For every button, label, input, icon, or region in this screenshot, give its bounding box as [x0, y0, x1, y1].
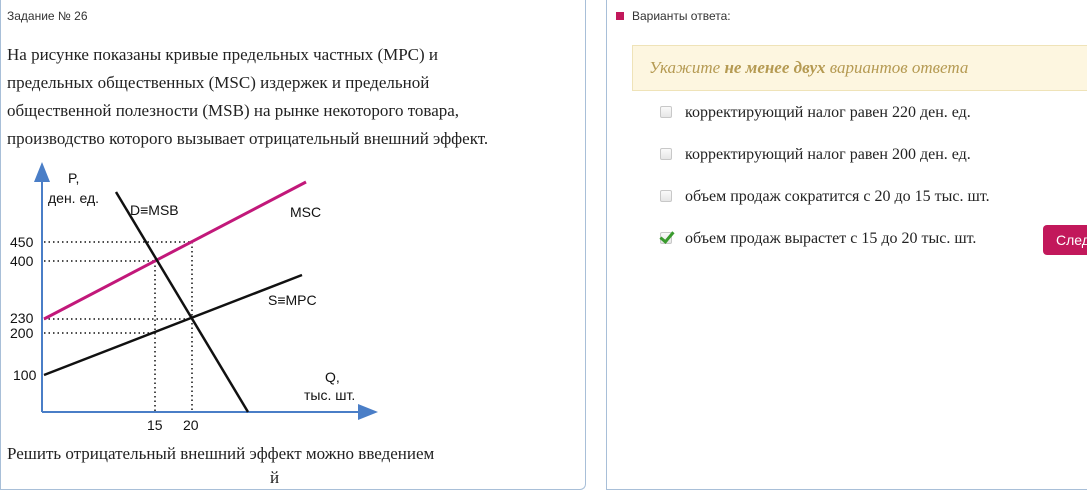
demand-curve-label: D≡MSB [130, 202, 179, 218]
x-axis-label: Q, [325, 369, 340, 385]
y-axis-label-unit: ден. ед. [48, 190, 99, 206]
y-tick-label: 400 [10, 253, 34, 269]
y-tick-label: 230 [10, 310, 34, 326]
demand-curve [114, 191, 250, 413]
mpc-curve [43, 273, 303, 377]
answer-option-2[interactable]: корректирующий налог равен 200 ден. ед. [660, 146, 971, 164]
checkbox[interactable] [660, 190, 672, 202]
y-axis-label: P, [68, 170, 79, 186]
hint-text-pre: Укажите [649, 58, 725, 77]
y-tick-label: 450 [10, 234, 34, 250]
question-line: производство которого вызывает отрицател… [7, 129, 489, 148]
msc-curve-label: MSC [290, 204, 321, 220]
y-tick-label: 200 [10, 325, 34, 341]
answers-heading-label: Варианты ответа: [632, 9, 731, 23]
question-continuation: Решить отрицательный внешний эффект можн… [7, 444, 435, 463]
mpc-curve-label: S≡MPC [268, 292, 317, 308]
y-tick-label: 100 [13, 367, 37, 383]
hint-text-bold: не менее двух [724, 58, 826, 77]
externality-graph: P, ден. ед. Q, тыс. шт. 450 400 230 200 … [10, 162, 378, 433]
checkbox[interactable] [660, 106, 672, 118]
checkbox-checked[interactable] [660, 232, 672, 244]
answer-option-label: объем продаж вырастет с 15 до 20 тыс. шт… [685, 230, 977, 247]
task-title: Задание № 26 [7, 9, 88, 23]
question-text: На рисунке показаны кривые предельных ча… [7, 41, 567, 153]
hint-text-post: вариантов ответа [825, 58, 969, 77]
answer-option-label: объем продаж сократится с 20 до 15 тыс. … [685, 188, 990, 205]
x-axis-label-unit: тыс. шт. [304, 387, 355, 403]
answer-option-3[interactable]: объем продаж сократится с 20 до 15 тыс. … [660, 188, 990, 206]
answer-option-4[interactable]: объем продаж вырастет с 15 до 20 тыс. шт… [660, 230, 976, 248]
question-continuation-cut: й [270, 468, 280, 487]
answer-hint: Укажите не менее двух вариантов ответа [632, 45, 1087, 91]
x-tick-label: 15 [147, 417, 163, 433]
bullet-square-icon [616, 12, 624, 20]
question-line: общественной полезности (MSB) на рынке н… [7, 101, 460, 120]
answers-heading: Варианты ответа: [616, 9, 731, 23]
answer-option-label: корректирующий налог равен 200 ден. ед. [685, 146, 971, 163]
question-line: На рисунке показаны кривые предельных ча… [7, 45, 439, 64]
next-button[interactable]: Следующий [1043, 225, 1087, 255]
answer-option-1[interactable]: корректирующий налог равен 220 ден. ед. [660, 104, 971, 122]
answer-option-label: корректирующий налог равен 220 ден. ед. [685, 104, 971, 121]
question-line: предельных общественных (MSC) издержек и… [7, 73, 430, 92]
checkbox[interactable] [660, 148, 672, 160]
x-tick-label: 20 [183, 417, 199, 433]
